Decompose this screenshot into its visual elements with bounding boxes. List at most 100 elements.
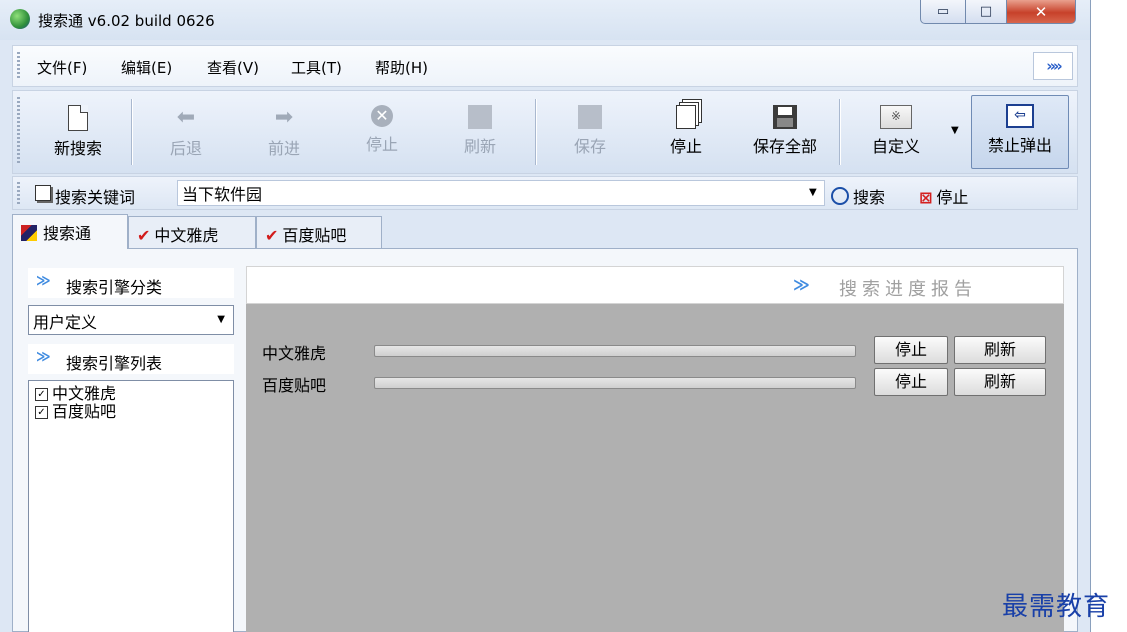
- double-chevron-down-icon[interactable]: ≫: [793, 275, 810, 294]
- row-refresh-button[interactable]: 刷新: [954, 336, 1046, 364]
- tab-label: 中文雅虎: [154, 226, 219, 245]
- block-popup-icon: ⇦: [1006, 104, 1034, 128]
- save-label: 保存: [573, 137, 606, 156]
- overflow-label: »: [1046, 57, 1056, 75]
- category-section-header: ≫ 搜索引擎分类: [28, 268, 234, 298]
- toolbar-separator: [535, 99, 536, 165]
- toolbar-overflow-chevron-icon[interactable]: »»: [1033, 52, 1073, 80]
- toolbar-separator: [839, 99, 840, 165]
- app-tab-icon: [21, 225, 37, 241]
- toolbar-grip-handle[interactable]: [17, 97, 20, 165]
- refresh-icon: [468, 105, 492, 129]
- chevron-down-icon: ▼: [217, 314, 225, 325]
- stop-x-icon: ⊠: [919, 188, 933, 207]
- list-item[interactable]: ✓ 中文雅虎: [35, 385, 229, 403]
- stop-label: 停止: [365, 135, 398, 154]
- save-button[interactable]: 保存: [553, 97, 627, 167]
- stop-all-label: 停止: [669, 137, 702, 156]
- minimize-button[interactable]: ▭: [920, 0, 966, 24]
- toolbar-separator: [131, 99, 132, 165]
- stop-button[interactable]: ✕ 停止: [345, 97, 419, 167]
- tab-soso[interactable]: 搜索通: [12, 214, 128, 249]
- custom-icon: ※: [880, 105, 912, 129]
- progress-bar: [374, 345, 856, 357]
- list-item[interactable]: ✓ 百度贴吧: [35, 403, 229, 421]
- menu-bar: 文件(F) 编辑(E) 查看(V) 工具(T) 帮助(H) »»: [12, 45, 1078, 87]
- keyword-icon: [35, 185, 51, 201]
- keyword-label: 搜索关键词: [55, 188, 136, 207]
- block-popup-button[interactable]: ⇦ 禁止弹出: [971, 95, 1069, 169]
- keyword-dropdown-icon[interactable]: ▼: [809, 187, 817, 198]
- report-header: ≫ 搜索进度报告: [246, 266, 1064, 304]
- forward-arrow-icon: ➡: [274, 105, 294, 130]
- overflow-label-2: »: [1053, 57, 1063, 75]
- app-window: 搜索通 v6.02 build 0626 ▭ □ ✕ 文件(F) 编辑(E) 查…: [0, 0, 1091, 632]
- stop-all-button[interactable]: 停止: [649, 97, 723, 167]
- tab-label: 百度贴吧: [282, 226, 347, 245]
- title-bar[interactable]: 搜索通 v6.02 build 0626 ▭ □ ✕: [0, 0, 1090, 40]
- menu-file[interactable]: 文件(F): [37, 57, 87, 78]
- tab-baidu-tieba[interactable]: ✔ 百度贴吧: [256, 216, 382, 248]
- checkbox[interactable]: ✓: [35, 405, 48, 419]
- back-arrow-icon: ⬅: [176, 105, 196, 130]
- checkmark-icon: ✔: [137, 226, 151, 245]
- search-go-label: 搜索: [853, 188, 886, 207]
- refresh-label: 刷新: [463, 137, 496, 156]
- save-all-label: 保存全部: [752, 137, 817, 156]
- watermark: 最需教育: [1002, 592, 1111, 622]
- menu-view[interactable]: 查看(V): [207, 57, 259, 78]
- engine-list-section-header: ≫ 搜索引擎列表: [28, 344, 234, 374]
- menu-help[interactable]: 帮助(H): [375, 57, 428, 78]
- progress-row: 中文雅虎 停止 刷新: [246, 336, 1064, 364]
- row-stop-button[interactable]: 停止: [874, 336, 948, 364]
- progress-row-name: 百度贴吧: [262, 376, 327, 395]
- report-title: 搜索进度报告: [839, 279, 977, 300]
- keyword-input[interactable]: [177, 180, 825, 206]
- new-search-button[interactable]: 新搜索: [41, 97, 115, 167]
- row-refresh-button[interactable]: 刷新: [954, 368, 1046, 396]
- block-popup-label: 禁止弹出: [987, 136, 1052, 155]
- app-logo-icon: [10, 9, 30, 29]
- forward-label: 前进: [267, 139, 300, 158]
- engine-name: 百度贴吧: [52, 402, 117, 421]
- search-go-button[interactable]: 搜索: [831, 184, 885, 208]
- back-button[interactable]: ⬅ 后退: [149, 97, 223, 167]
- maximize-button[interactable]: □: [965, 0, 1007, 24]
- category-title: 搜索引擎分类: [66, 278, 163, 297]
- category-select[interactable]: 用户定义 ▼: [28, 305, 234, 335]
- main-toolbar: 新搜索 ⬅ 后退 ➡ 前进 ✕ 停止 刷新 保存 停止 保存全部 ※ 自定义 ▼…: [12, 90, 1078, 174]
- double-chevron-down-icon: ≫: [36, 349, 51, 365]
- forward-button[interactable]: ➡ 前进: [247, 97, 321, 167]
- stop-all-icon: [676, 105, 696, 129]
- new-document-icon: [68, 105, 88, 131]
- tab-label: 搜索通: [43, 224, 92, 243]
- search-bar: 搜索关键词 ▼ 搜索 ⊠停止: [12, 176, 1078, 210]
- checkbox[interactable]: ✓: [35, 387, 48, 401]
- category-selected-value: 用户定义: [33, 313, 98, 332]
- menu-grip-handle[interactable]: [17, 52, 20, 80]
- progress-bar: [374, 377, 856, 389]
- row-stop-button[interactable]: 停止: [874, 368, 948, 396]
- progress-report-panel: ≫ 搜索进度报告 中文雅虎 停止 刷新 百度贴吧 停止 刷新: [246, 266, 1064, 632]
- tab-yahoo-cn[interactable]: ✔ 中文雅虎: [128, 216, 256, 248]
- checkmark-icon: ✔: [265, 226, 279, 245]
- engine-list-title: 搜索引擎列表: [66, 354, 163, 373]
- search-stop-button[interactable]: ⊠ 停止: [919, 184, 968, 208]
- custom-button[interactable]: ※ 自定义: [855, 97, 937, 167]
- search-stop-label: 停止: [936, 188, 969, 207]
- progress-row: 百度贴吧 停止 刷新: [246, 368, 1064, 396]
- menu-tools[interactable]: 工具(T): [291, 57, 342, 78]
- stop-icon: ✕: [371, 105, 393, 127]
- menu-edit[interactable]: 编辑(E): [121, 57, 172, 78]
- double-chevron-down-icon: ≫: [36, 273, 51, 289]
- refresh-button[interactable]: 刷新: [443, 97, 517, 167]
- close-button[interactable]: ✕: [1006, 0, 1076, 24]
- custom-dropdown-arrow-icon[interactable]: ▼: [951, 125, 959, 136]
- engine-name: 中文雅虎: [52, 384, 117, 403]
- save-all-button[interactable]: 保存全部: [739, 97, 831, 167]
- custom-label: 自定义: [871, 137, 920, 156]
- save-all-icon: [773, 105, 797, 129]
- searchbar-grip-handle[interactable]: [17, 182, 20, 204]
- save-icon: [578, 105, 602, 129]
- new-search-label: 新搜索: [53, 139, 102, 158]
